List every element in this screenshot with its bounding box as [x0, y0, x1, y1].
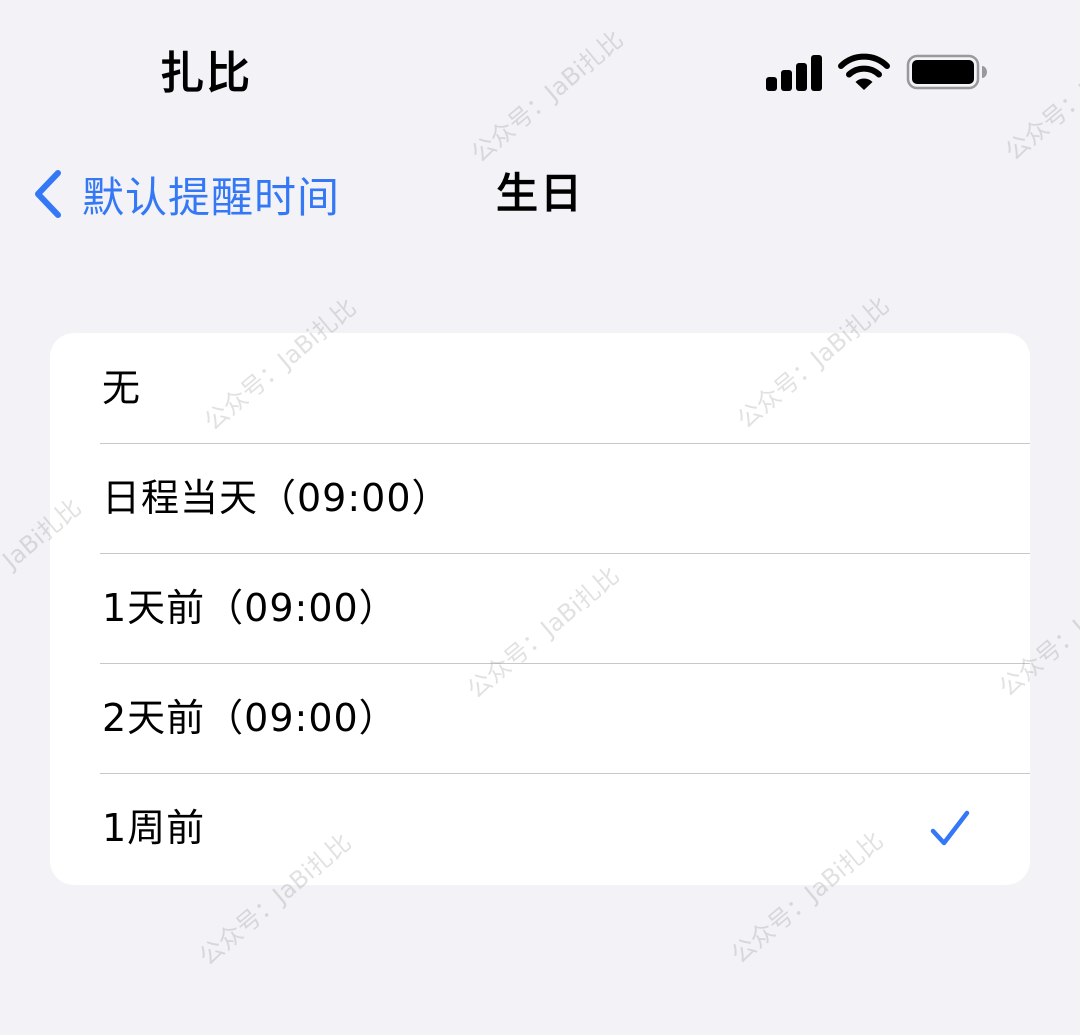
option-label: 日程当天（09:00）: [102, 476, 451, 520]
option-label: 1天前（09:00）: [102, 586, 398, 630]
battery-icon: [906, 54, 987, 90]
status-bar: 扎比: [0, 0, 1080, 150]
option-label: 2天前（09:00）: [102, 696, 398, 740]
option-1-week-before[interactable]: 1周前: [50, 773, 1030, 883]
option-1-day-before[interactable]: 1天前（09:00）: [50, 553, 1030, 663]
option-label: 1周前: [102, 806, 206, 850]
back-button-label: 默认提醒时间: [82, 172, 341, 222]
cellular-signal-icon: [766, 55, 824, 91]
page-title: 生日: [495, 169, 584, 218]
chevron-left-icon: [35, 170, 61, 218]
option-same-day[interactable]: 日程当天（09:00）: [50, 443, 1030, 553]
wifi-icon: [838, 53, 890, 90]
option-none[interactable]: 无: [50, 333, 1030, 443]
option-label: 无: [102, 366, 142, 410]
carrier-name: 扎比: [160, 48, 252, 99]
back-button[interactable]: 默认提醒时间: [30, 164, 340, 224]
navigation-bar: 默认提醒时间 生日: [0, 150, 1080, 240]
option-2-days-before[interactable]: 2天前（09:00）: [50, 663, 1030, 773]
reminder-options-list: 无 日程当天（09:00） 1天前（09:00） 2天前（09:00） 1周前: [50, 333, 1030, 885]
checkmark-icon: [930, 810, 970, 846]
